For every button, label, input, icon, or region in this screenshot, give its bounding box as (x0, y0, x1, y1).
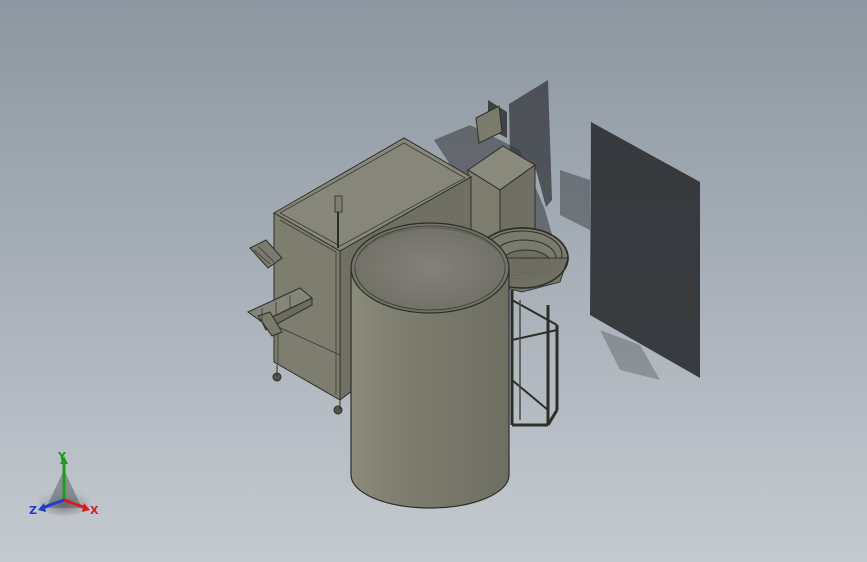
wall-plate[interactable] (475, 105, 503, 144)
x-axis-label: X (90, 504, 99, 517)
cylindrical-tank[interactable] (350, 222, 510, 509)
graphics-viewport[interactable]: Y X Z (0, 0, 867, 562)
bowl-support-frame[interactable] (510, 290, 559, 427)
model-scene (247, 80, 700, 509)
z-axis-label: Z (29, 504, 37, 517)
orientation-triad[interactable]: Y X Z (26, 448, 106, 524)
y-axis-label: Y (58, 450, 66, 463)
